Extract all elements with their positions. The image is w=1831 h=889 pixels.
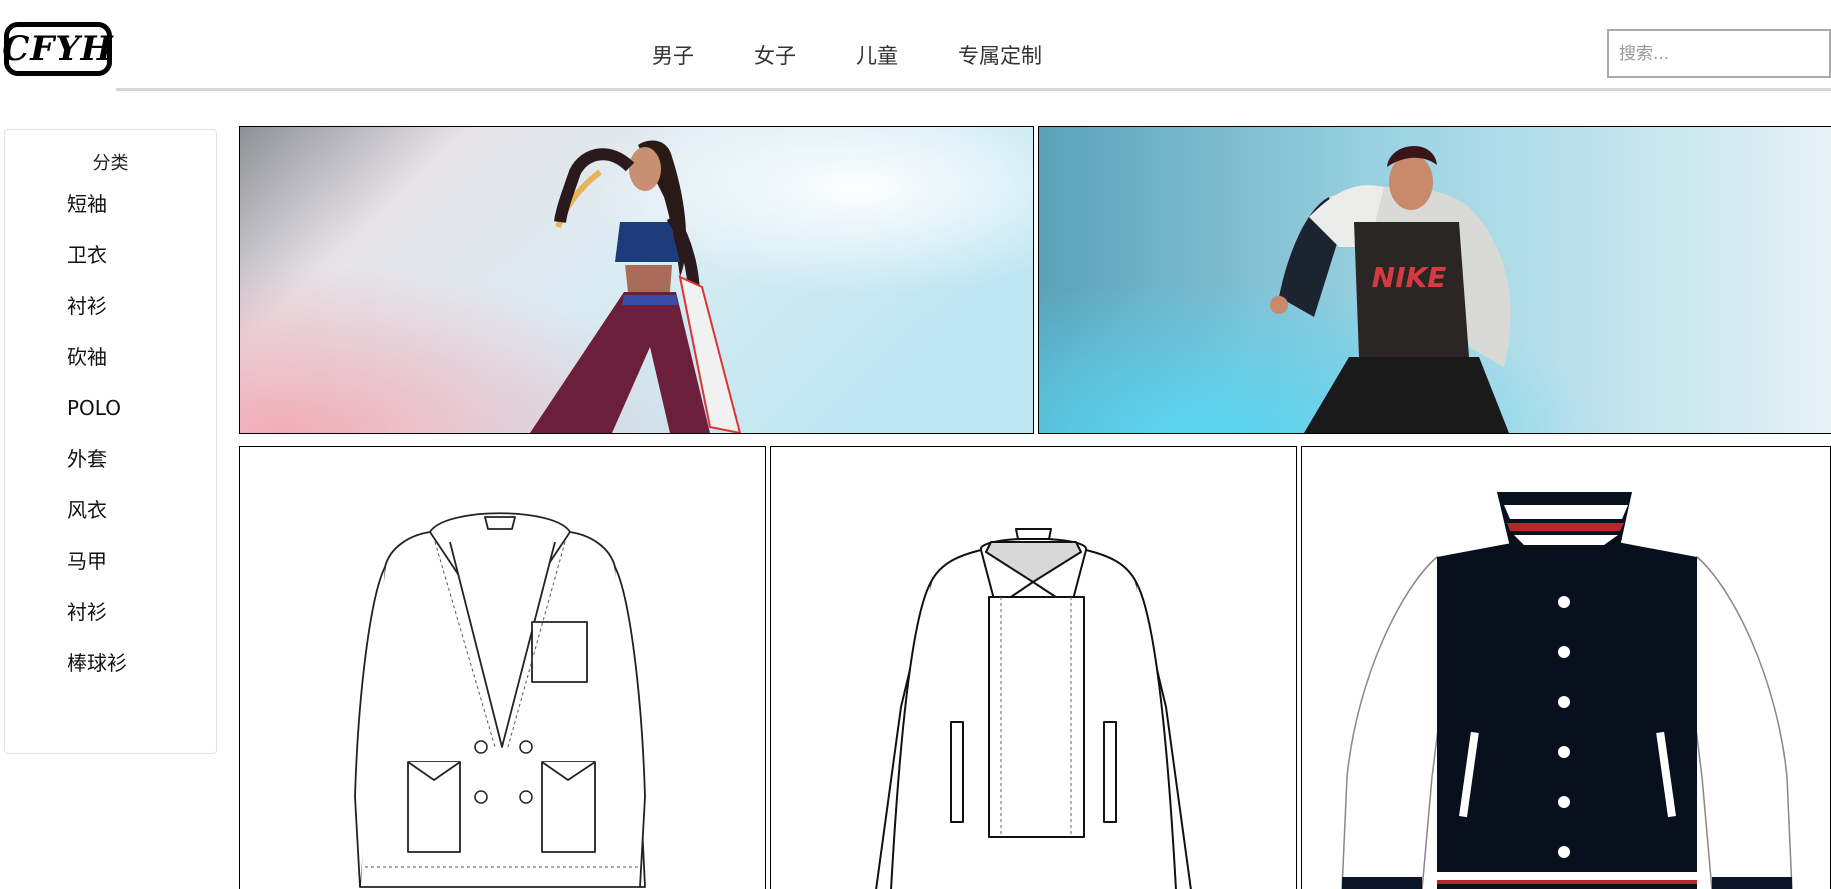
product-card-zip-jacket[interactable] [770, 446, 1297, 889]
category-item-jacket[interactable]: 外套 [5, 446, 216, 497]
banner-women[interactable] [239, 126, 1034, 434]
category-item-vest[interactable]: 马甲 [5, 548, 216, 599]
nike-logo-text: NIKE [1372, 261, 1447, 294]
product-card-blazer[interactable] [239, 446, 766, 889]
banner-men[interactable]: NIKE [1038, 126, 1831, 434]
nav-item-women[interactable]: 女子 [754, 40, 796, 70]
category-sidebar: 分类 短袖 卫衣 衬衫 砍袖 POLO 外套 风衣 马甲 衬衫 棒球衫 [4, 129, 217, 754]
search-input[interactable] [1607, 29, 1831, 78]
brand-logo[interactable]: CFYH [2, 22, 113, 76]
nav-item-men[interactable]: 男子 [652, 40, 694, 70]
nav-item-custom[interactable]: 专属定制 [958, 40, 1042, 70]
banner-women-image [240, 127, 1033, 433]
sidebar-title: 分类 [92, 153, 129, 174]
zip-jacket-sketch [875, 528, 1192, 889]
varsity-jacket-image [1341, 492, 1793, 889]
category-item-trench-coat[interactable]: 风衣 [5, 497, 216, 548]
category-item-hoodie[interactable]: 卫衣 [5, 242, 216, 293]
category-list: 短袖 卫衣 衬衫 砍袖 POLO 外套 风衣 马甲 衬衫 棒球衫 [5, 191, 216, 701]
product-card-varsity-jacket[interactable] [1301, 446, 1831, 889]
banner-men-image: NIKE [1039, 127, 1831, 433]
blazer-sketch [354, 512, 646, 888]
category-item-short-sleeve[interactable]: 短袖 [5, 191, 216, 242]
category-item-sleeveless[interactable]: 砍袖 [5, 344, 216, 395]
category-item-shirt-2[interactable]: 衬衫 [5, 599, 216, 650]
main-nav: 男子 女子 儿童 专属定制 [652, 40, 1102, 70]
header-divider [116, 88, 1831, 91]
category-item-baseball-jacket[interactable]: 棒球衫 [5, 650, 216, 701]
category-item-polo[interactable]: POLO [5, 395, 216, 446]
category-item-shirt[interactable]: 衬衫 [5, 293, 216, 344]
nav-item-kids[interactable]: 儿童 [856, 40, 898, 70]
